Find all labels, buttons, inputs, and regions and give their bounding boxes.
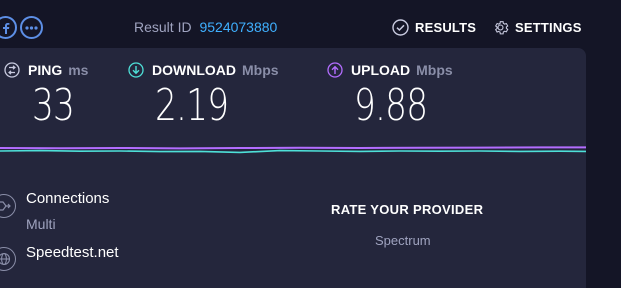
- result-id: Result ID 9524073880: [134, 19, 277, 35]
- download-icon: [128, 62, 144, 78]
- top-bar: Result ID 9524073880 RESULTS SETTINGS: [0, 0, 621, 50]
- rate-provider-title: RATE YOUR PROVIDER: [331, 202, 484, 217]
- settings-label: SETTINGS: [515, 20, 582, 35]
- upload-graph-line: [0, 146, 586, 150]
- ping-metric: PING ms 33: [4, 62, 88, 131]
- result-panel: PING ms 33 DOWNLOAD Mbps 2.19 UPLOAD Mbp…: [0, 48, 586, 288]
- ping-icon: [4, 62, 20, 78]
- download-graph-line: [0, 149, 586, 154]
- upload-label: UPLOAD: [351, 62, 411, 78]
- result-id-label: Result ID: [134, 19, 192, 35]
- connections-value[interactable]: Multi: [26, 216, 56, 232]
- ping-label: PING: [28, 62, 63, 78]
- connections-title: Connections: [26, 190, 110, 207]
- check-circle-icon: [392, 19, 409, 36]
- connections-icon: [0, 194, 16, 218]
- download-unit: Mbps: [242, 62, 279, 78]
- results-label: RESULTS: [415, 20, 477, 35]
- server-title[interactable]: Speedtest.net: [26, 244, 119, 261]
- settings-button[interactable]: SETTINGS: [492, 19, 582, 36]
- download-value: 2.19: [155, 80, 229, 131]
- facebook-share-icon[interactable]: [0, 16, 17, 39]
- download-label: DOWNLOAD: [152, 62, 236, 78]
- speed-graph: [0, 146, 586, 154]
- ping-unit: ms: [68, 62, 89, 78]
- upload-value: 9.88: [354, 80, 428, 131]
- upload-icon: [327, 62, 343, 78]
- upload-metric: UPLOAD Mbps 9.88: [327, 62, 453, 131]
- result-id-link[interactable]: 9524073880: [199, 19, 277, 35]
- globe-icon: [0, 247, 16, 271]
- ping-value: 33: [32, 80, 75, 131]
- gear-icon: [494, 21, 509, 35]
- provider-name: Spectrum: [375, 233, 431, 248]
- download-metric: DOWNLOAD Mbps 2.19: [128, 62, 279, 131]
- results-button[interactable]: RESULTS: [392, 19, 476, 36]
- more-share-options-icon[interactable]: [20, 16, 43, 39]
- upload-unit: Mbps: [416, 62, 453, 78]
